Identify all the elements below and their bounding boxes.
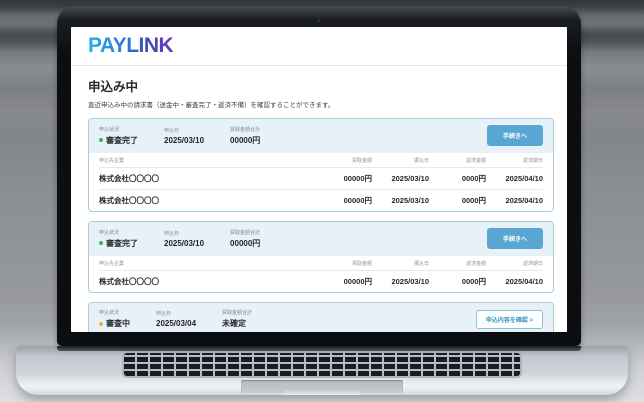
status-field: 申込状況 審査中 — [99, 309, 130, 329]
repayment-cell: 0000円 — [461, 277, 486, 286]
repayment-cell: 0000円 — [461, 196, 486, 205]
apply-date-field: 申込日 2025/03/04 — [156, 310, 196, 328]
purchase-total-value: 00000円 — [230, 238, 261, 248]
status-value: 審査完了 — [99, 238, 138, 249]
status-label: 申込状況 — [99, 126, 120, 133]
due-cell: 2025/04/10 — [505, 174, 543, 183]
apply-date-label: 申込日 — [164, 127, 180, 134]
due-cell: 2025/04/10 — [505, 277, 543, 286]
table-row: 株式会社〇〇〇〇 00000円 2025/03/10 0000円 2025/04… — [99, 270, 543, 292]
purchase-total-label: 買取金額合計 — [230, 229, 261, 236]
purchase-total-value: 未確定 — [222, 319, 247, 328]
card-table: 申込先企業 買取金額 振込日 返済金額 返済期日 株式会社〇〇〇〇 00000円… — [89, 153, 553, 211]
view-application-button[interactable]: 申込内容を確認 > — [475, 309, 543, 329]
application-card-2: 申込状況 審査完了 申込日 2025/03/10 買取金額合計 00000円 手… — [88, 221, 554, 293]
apply-date-value: 2025/03/04 — [156, 319, 197, 328]
status-text: 審査中 — [106, 319, 130, 328]
purchase-column-header: 買取金額 — [351, 158, 372, 164]
transfer-cell: 2025/03/10 — [391, 196, 429, 205]
page-title: 申込み中 — [88, 80, 139, 94]
laptop-mockup: PAYLINK 申込み中 直近申込み中の請求書（送金中・審査完了・返済不備）を確… — [0, 0, 644, 402]
apply-date-label: 申込日 — [156, 311, 172, 317]
purchase-cell: 00000円 — [343, 174, 372, 183]
purchase-total-label: 買取金額合計 — [222, 310, 253, 316]
proceed-button[interactable]: 手続きへ — [486, 228, 543, 249]
repayment-column-header: 返済金額 — [465, 158, 486, 164]
table-header-row: 申込先企業 買取金額 振込日 返済金額 返済期日 — [99, 153, 543, 167]
purchase-total-field: 買取金額合計 00000円 — [230, 229, 260, 249]
page-content: 申込み中 直近申込み中の請求書（送金中・審査完了・返済不備）を確認することができ… — [71, 66, 567, 332]
purchase-total-value: 00000円 — [230, 135, 261, 145]
proceed-button[interactable]: 手続きへ — [486, 125, 543, 146]
table-header-row: 申込先企業 買取金額 振込日 返済金額 返済期日 — [99, 256, 543, 270]
card-header: 申込状況 審査完了 申込日 2025/03/10 買取金額合計 00000円 手… — [89, 119, 553, 153]
company-column-header: 申込先企業 — [99, 158, 125, 164]
base-notch — [283, 389, 361, 395]
webcam-icon — [317, 19, 321, 22]
purchase-cell: 00000円 — [343, 277, 372, 286]
due-column-header: 返済期日 — [522, 261, 543, 267]
purchase-total-label: 買取金額合計 — [230, 126, 261, 133]
table-row: 株式会社〇〇〇〇 00000円 2025/03/10 0000円 2025/04… — [99, 167, 543, 189]
status-field: 申込状況 審査完了 — [99, 229, 138, 249]
status-label: 申込状況 — [99, 229, 120, 236]
transfer-column-header: 振込日 — [413, 261, 429, 267]
purchase-cell: 00000円 — [343, 196, 372, 205]
status-value: 審査中 — [99, 318, 130, 329]
company-cell: 株式会社〇〇〇〇 — [99, 174, 159, 183]
transfer-column-header: 振込日 — [413, 158, 429, 164]
company-cell: 株式会社〇〇〇〇 — [99, 277, 159, 286]
application-card-1: 申込状況 審査完了 申込日 2025/03/10 買取金額合計 00000円 手… — [88, 118, 554, 212]
apply-date-field: 申込日 2025/03/10 — [164, 127, 204, 145]
table-row: 株式会社〇〇〇〇 00000円 2025/03/10 0000円 2025/04… — [99, 189, 543, 211]
purchase-total-field: 買取金額合計 未確定 — [222, 309, 252, 329]
status-label: 申込状況 — [99, 310, 120, 316]
purchase-total-field: 買取金額合計 00000円 — [230, 126, 260, 146]
status-text: 審査完了 — [106, 238, 138, 248]
transfer-cell: 2025/03/10 — [391, 277, 429, 286]
apply-date-field: 申込日 2025/03/10 — [164, 230, 204, 248]
purchase-column-header: 買取金額 — [351, 261, 372, 267]
app-header: PAYLINK — [71, 27, 567, 66]
status-dot — [99, 241, 103, 245]
laptop-screen-bezel: PAYLINK 申込み中 直近申込み中の請求書（送金中・審査完了・返済不備）を確… — [57, 6, 581, 346]
keyboard — [124, 353, 520, 376]
repayment-cell: 0000円 — [461, 174, 486, 183]
apply-date-value: 2025/03/10 — [164, 135, 205, 145]
due-cell: 2025/04/10 — [505, 196, 543, 205]
company-cell: 株式会社〇〇〇〇 — [99, 196, 159, 205]
company-column-header: 申込先企業 — [99, 261, 125, 267]
due-column-header: 返済期日 — [522, 158, 543, 164]
repayment-column-header: 返済金額 — [465, 261, 486, 267]
page-subtitle: 直近申込み中の請求書（送金中・審査完了・返済不備）を確認することができます。 — [88, 102, 335, 109]
status-field: 申込状況 審査完了 — [99, 126, 138, 146]
application-card-3: 申込状況 審査中 申込日 2025/03/04 買取金額合計 未確定 申込内容を… — [88, 302, 554, 332]
status-text: 審査完了 — [106, 135, 138, 145]
laptop-base — [16, 346, 628, 395]
status-value: 審査完了 — [99, 135, 138, 146]
status-dot — [99, 138, 103, 142]
status-dot — [99, 321, 103, 326]
card-header: 申込状況 審査中 申込日 2025/03/04 買取金額合計 未確定 申込内容を… — [89, 303, 553, 332]
paylink-logo: PAYLINK — [88, 34, 174, 57]
card-table: 申込先企業 買取金額 振込日 返済金額 返済期日 株式会社〇〇〇〇 00000円… — [89, 256, 553, 292]
app-window: PAYLINK 申込み中 直近申込み中の請求書（送金中・審査完了・返済不備）を確… — [71, 27, 567, 332]
apply-date-label: 申込日 — [164, 230, 180, 237]
transfer-cell: 2025/03/10 — [391, 174, 429, 183]
card-header: 申込状況 審査完了 申込日 2025/03/10 買取金額合計 00000円 手… — [89, 222, 553, 256]
apply-date-value: 2025/03/10 — [164, 238, 205, 248]
